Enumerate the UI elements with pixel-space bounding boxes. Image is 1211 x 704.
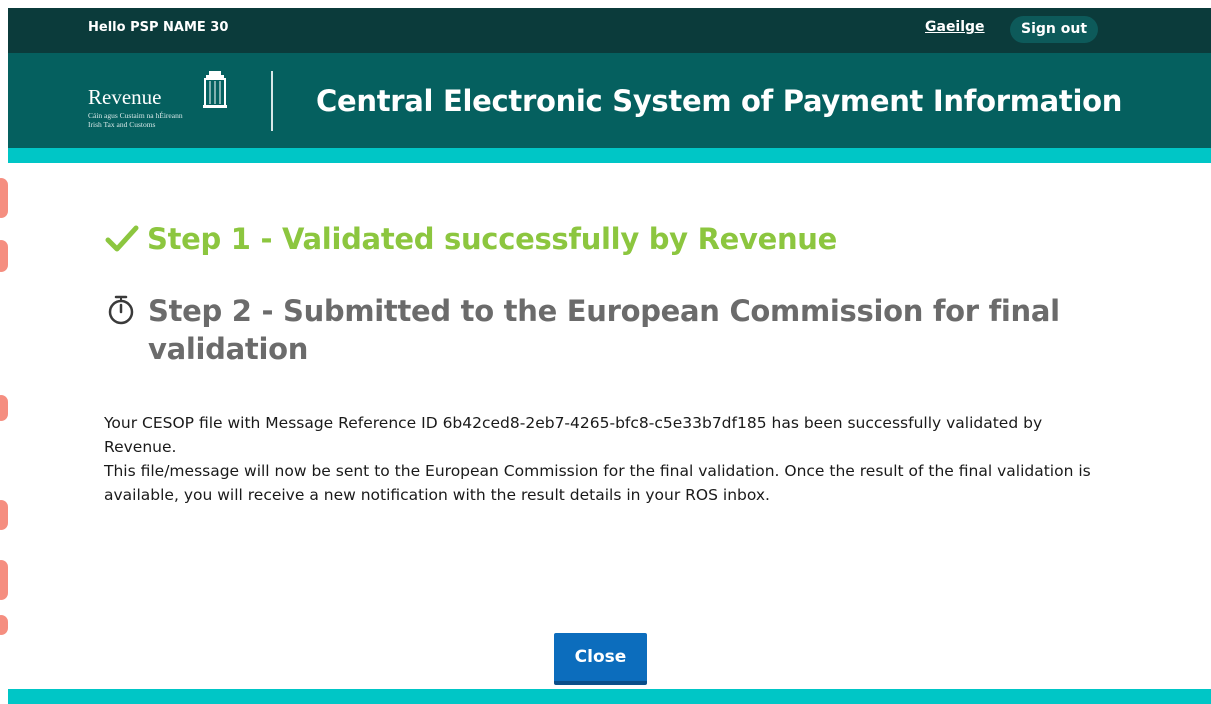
language-link[interactable]: Gaeilge: [925, 19, 985, 35]
header-divider: [271, 71, 273, 131]
stopwatch-icon: [108, 295, 134, 325]
accent-bar-top: [8, 148, 1211, 163]
accent-bar-bottom: [8, 689, 1211, 704]
logo-subtitle-irish: Cáin agus Custaim na hÉireann: [88, 111, 183, 120]
logo-subtitle-english: Irish Tax and Customs: [88, 120, 156, 129]
revenue-logo[interactable]: Revenue Cáin agus Custaim na hÉireann Ir…: [88, 67, 238, 137]
greeting: Hello PSP NAME 30: [88, 20, 229, 35]
message-line-2: This file/message will now be sent to th…: [104, 462, 1091, 504]
step-1-text: Step 1 - Validated successfully by Reven…: [147, 222, 838, 256]
message-body: Your CESOP file with Message Reference I…: [104, 411, 1094, 507]
header: Revenue Cáin agus Custaim na hÉireann Ir…: [8, 53, 1211, 148]
page: Hello PSP NAME 30 Gaeilge Sign out Reven…: [0, 0, 1211, 704]
close-button[interactable]: Close: [554, 633, 647, 685]
step-1-status: Step 1 - Validated successfully by Reven…: [105, 222, 837, 256]
step-2-text: Step 2 - Submitted to the European Commi…: [148, 294, 1060, 366]
top-bar: Hello PSP NAME 30 Gaeilge Sign out: [8, 8, 1211, 53]
sign-out-button[interactable]: Sign out: [1010, 16, 1098, 43]
harp-icon: [203, 71, 227, 108]
message-line-1: Your CESOP file with Message Reference I…: [104, 414, 1043, 456]
app-title: Central Electronic System of Payment Inf…: [316, 84, 1123, 118]
left-decoration: [0, 0, 8, 704]
check-icon: [105, 225, 139, 252]
logo-word: Revenue: [88, 85, 162, 109]
